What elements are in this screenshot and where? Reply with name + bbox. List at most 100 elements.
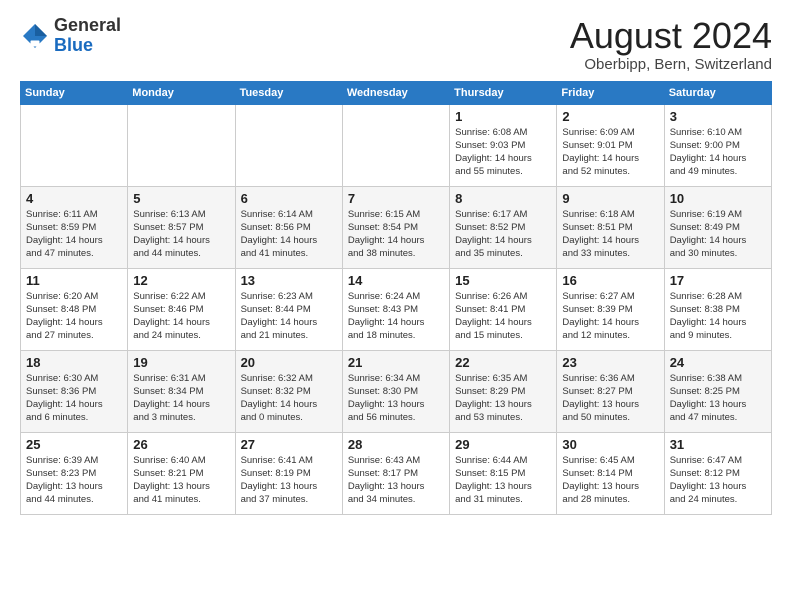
week-row-0: 1 Sunrise: 6:08 AMSunset: 9:03 PMDaylight… <box>21 104 772 186</box>
cell-4-1: 26 Sunrise: 6:40 AMSunset: 8:21 PMDayligh… <box>128 432 235 514</box>
logo-blue-text: Blue <box>54 35 93 55</box>
location: Oberbipp, Bern, Switzerland <box>570 56 772 73</box>
day-info: Sunrise: 6:14 AMSunset: 8:56 PMDaylight:… <box>241 208 337 261</box>
day-info: Sunrise: 6:47 AMSunset: 8:12 PMDaylight:… <box>670 454 766 507</box>
cell-2-4: 15Sunrise: 6:26 AMSunset: 8:41 PMDayligh… <box>450 268 557 350</box>
day-number: 25 <box>26 437 122 452</box>
cell-3-2: 20Sunrise: 6:32 AMSunset: 8:32 PMDayligh… <box>235 350 342 432</box>
day-info: Sunrise: 6:22 AMSunset: 8:46 PMDaylight:… <box>133 290 229 343</box>
day-number: 26 <box>133 437 229 452</box>
cell-3-5: 23 Sunrise: 6:36 AMSunset: 8:27 PMDayligh… <box>557 350 664 432</box>
cell-0-3 <box>342 104 449 186</box>
col-friday: Friday <box>557 81 664 104</box>
day-number: 14 <box>348 273 444 288</box>
day-info: Sunrise: 6:17 AMSunset: 8:52 PMDaylight:… <box>455 208 551 261</box>
day-info: Sunrise: 6:45 AMSunset: 8:14 PMDaylight:… <box>562 454 658 507</box>
day-number: 19 <box>133 355 229 370</box>
col-tuesday: Tuesday <box>235 81 342 104</box>
logo-icon <box>20 21 50 51</box>
day-info: Sunrise: 6:44 AMSunset: 8:15 PMDaylight:… <box>455 454 551 507</box>
day-number: 10 <box>670 191 766 206</box>
day-info: Sunrise: 6:13 AMSunset: 8:57 PMDaylight:… <box>133 208 229 261</box>
day-info: Sunrise: 6:27 AMSunset: 8:39 PMDaylight:… <box>562 290 658 343</box>
day-number: 12 <box>133 273 229 288</box>
day-number: 18 <box>26 355 122 370</box>
week-row-1: 4 Sunrise: 6:11 AMSunset: 8:59 PMDaylight… <box>21 186 772 268</box>
day-number: 22 <box>455 355 551 370</box>
day-number: 30 <box>562 437 658 452</box>
day-info: Sunrise: 6:34 AMSunset: 8:30 PMDaylight:… <box>348 372 444 425</box>
day-info: Sunrise: 6:36 AMSunset: 8:27 PMDaylight:… <box>562 372 658 425</box>
day-number: 23 <box>562 355 658 370</box>
calendar-table: Sunday Monday Tuesday Wednesday Thursday… <box>20 81 772 515</box>
day-number: 28 <box>348 437 444 452</box>
cell-1-5: 9 Sunrise: 6:18 AMSunset: 8:51 PMDaylight… <box>557 186 664 268</box>
day-number: 31 <box>670 437 766 452</box>
day-number: 13 <box>241 273 337 288</box>
cell-0-0 <box>21 104 128 186</box>
week-row-4: 25Sunrise: 6:39 AMSunset: 8:23 PMDayligh… <box>21 432 772 514</box>
day-info: Sunrise: 6:15 AMSunset: 8:54 PMDaylight:… <box>348 208 444 261</box>
day-info: Sunrise: 6:10 AMSunset: 9:00 PMDaylight:… <box>670 126 766 179</box>
day-info: Sunrise: 6:31 AMSunset: 8:34 PMDaylight:… <box>133 372 229 425</box>
day-number: 8 <box>455 191 551 206</box>
cell-0-2 <box>235 104 342 186</box>
day-number: 1 <box>455 109 551 124</box>
cell-1-0: 4 Sunrise: 6:11 AMSunset: 8:59 PMDaylight… <box>21 186 128 268</box>
cell-1-3: 7Sunrise: 6:15 AMSunset: 8:54 PMDaylight… <box>342 186 449 268</box>
day-number: 17 <box>670 273 766 288</box>
cell-4-2: 27 Sunrise: 6:41 AMSunset: 8:19 PMDayligh… <box>235 432 342 514</box>
calendar-header: Sunday Monday Tuesday Wednesday Thursday… <box>21 81 772 104</box>
cell-4-0: 25Sunrise: 6:39 AMSunset: 8:23 PMDayligh… <box>21 432 128 514</box>
month-year: August 2024 <box>570 16 772 56</box>
day-info: Sunrise: 6:30 AMSunset: 8:36 PMDaylight:… <box>26 372 122 425</box>
day-info: Sunrise: 6:41 AMSunset: 8:19 PMDaylight:… <box>241 454 337 507</box>
day-info: Sunrise: 6:40 AMSunset: 8:21 PMDaylight:… <box>133 454 229 507</box>
day-number: 29 <box>455 437 551 452</box>
col-monday: Monday <box>128 81 235 104</box>
day-info: Sunrise: 6:23 AMSunset: 8:44 PMDaylight:… <box>241 290 337 343</box>
col-saturday: Saturday <box>664 81 771 104</box>
day-info: Sunrise: 6:26 AMSunset: 8:41 PMDaylight:… <box>455 290 551 343</box>
cell-4-4: 29 Sunrise: 6:44 AMSunset: 8:15 PMDayligh… <box>450 432 557 514</box>
day-info: Sunrise: 6:38 AMSunset: 8:25 PMDaylight:… <box>670 372 766 425</box>
day-info: Sunrise: 6:19 AMSunset: 8:49 PMDaylight:… <box>670 208 766 261</box>
day-number: 11 <box>26 273 122 288</box>
day-info: Sunrise: 6:11 AMSunset: 8:59 PMDaylight:… <box>26 208 122 261</box>
day-info: Sunrise: 6:24 AMSunset: 8:43 PMDaylight:… <box>348 290 444 343</box>
day-info: Sunrise: 6:28 AMSunset: 8:38 PMDaylight:… <box>670 290 766 343</box>
day-info: Sunrise: 6:18 AMSunset: 8:51 PMDaylight:… <box>562 208 658 261</box>
cell-1-1: 5Sunrise: 6:13 AMSunset: 8:57 PMDaylight… <box>128 186 235 268</box>
cell-3-1: 19 Sunrise: 6:31 AMSunset: 8:34 PMDayligh… <box>128 350 235 432</box>
logo-general-text: General <box>54 15 121 35</box>
title-block: August 2024 Oberbipp, Bern, Switzerland <box>570 16 772 73</box>
day-info: Sunrise: 6:35 AMSunset: 8:29 PMDaylight:… <box>455 372 551 425</box>
day-number: 4 <box>26 191 122 206</box>
cell-2-3: 14 Sunrise: 6:24 AMSunset: 8:43 PMDayligh… <box>342 268 449 350</box>
cell-1-2: 6 Sunrise: 6:14 AMSunset: 8:56 PMDaylight… <box>235 186 342 268</box>
cell-3-3: 21Sunrise: 6:34 AMSunset: 8:30 PMDayligh… <box>342 350 449 432</box>
cell-2-5: 16Sunrise: 6:27 AMSunset: 8:39 PMDayligh… <box>557 268 664 350</box>
day-info: Sunrise: 6:20 AMSunset: 8:48 PMDaylight:… <box>26 290 122 343</box>
logo: General Blue <box>20 16 121 56</box>
cell-4-6: 31 Sunrise: 6:47 AMSunset: 8:12 PMDayligh… <box>664 432 771 514</box>
cell-1-4: 8 Sunrise: 6:17 AMSunset: 8:52 PMDaylight… <box>450 186 557 268</box>
day-number: 6 <box>241 191 337 206</box>
day-info: Sunrise: 6:08 AMSunset: 9:03 PMDaylight:… <box>455 126 551 179</box>
calendar-body: 1 Sunrise: 6:08 AMSunset: 9:03 PMDaylight… <box>21 104 772 514</box>
cell-4-5: 30 Sunrise: 6:45 AMSunset: 8:14 PMDayligh… <box>557 432 664 514</box>
cell-4-3: 28 Sunrise: 6:43 AMSunset: 8:17 PMDayligh… <box>342 432 449 514</box>
cell-2-6: 17 Sunrise: 6:28 AMSunset: 8:38 PMDayligh… <box>664 268 771 350</box>
cell-0-1 <box>128 104 235 186</box>
week-row-2: 11 Sunrise: 6:20 AMSunset: 8:48 PMDayligh… <box>21 268 772 350</box>
header: General Blue August 2024 Oberbipp, Bern,… <box>20 16 772 73</box>
day-number: 20 <box>241 355 337 370</box>
cell-3-4: 22 Sunrise: 6:35 AMSunset: 8:29 PMDayligh… <box>450 350 557 432</box>
header-row: Sunday Monday Tuesday Wednesday Thursday… <box>21 81 772 104</box>
col-sunday: Sunday <box>21 81 128 104</box>
day-number: 27 <box>241 437 337 452</box>
cell-3-0: 18 Sunrise: 6:30 AMSunset: 8:36 PMDayligh… <box>21 350 128 432</box>
day-number: 9 <box>562 191 658 206</box>
cell-2-1: 12 Sunrise: 6:22 AMSunset: 8:46 PMDayligh… <box>128 268 235 350</box>
day-info: Sunrise: 6:43 AMSunset: 8:17 PMDaylight:… <box>348 454 444 507</box>
